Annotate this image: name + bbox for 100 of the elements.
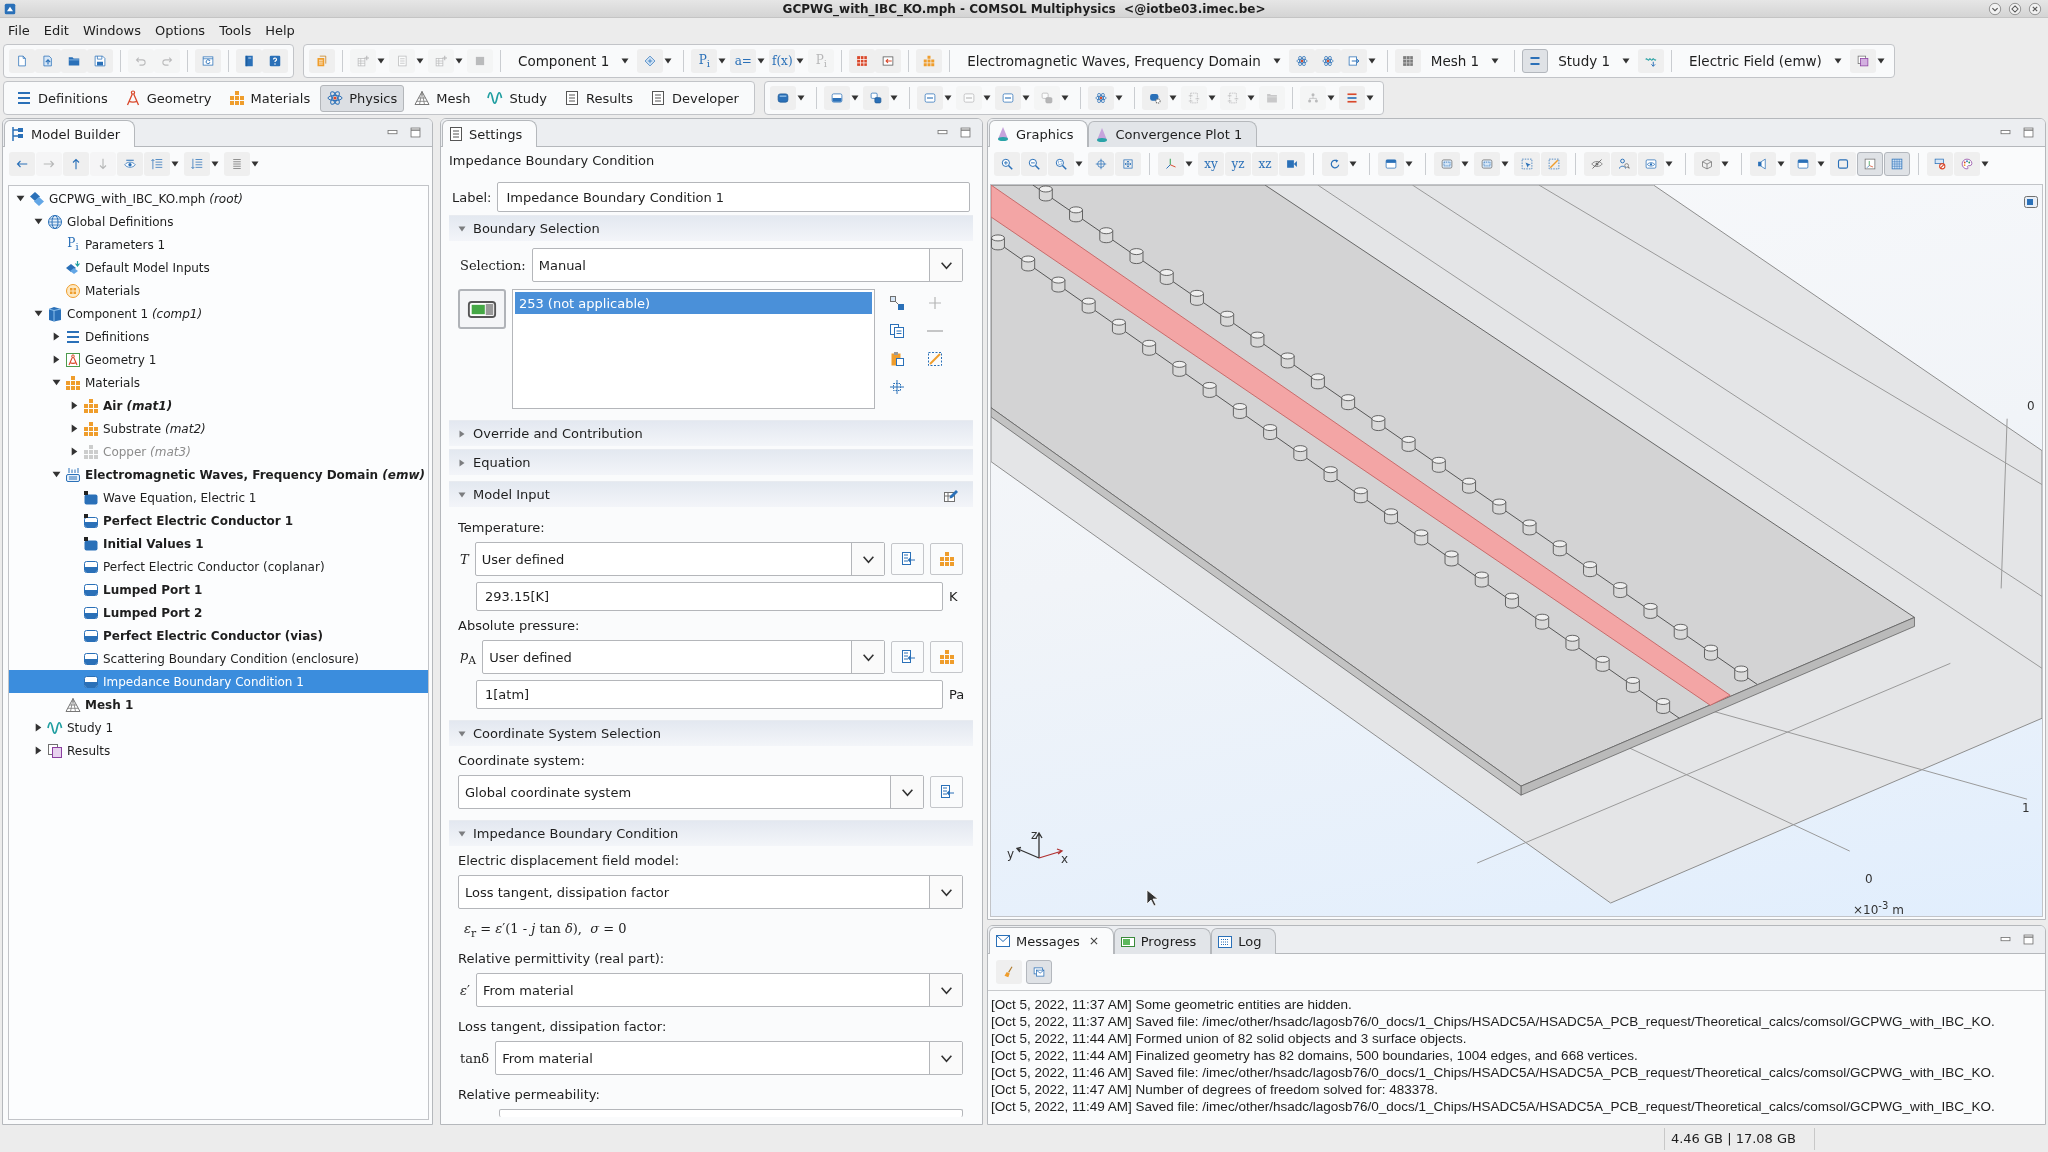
toolbar-button[interactable]	[63, 152, 89, 176]
toolbar-button[interactable]	[1338, 86, 1365, 110]
caret-icon[interactable]	[796, 94, 805, 102]
toolbar-button[interactable]	[1790, 152, 1816, 176]
section-header[interactable]: Boundary Selection	[449, 215, 973, 241]
toolbar-button[interactable]	[1830, 152, 1856, 176]
framed-square-icon[interactable]	[2023, 194, 2039, 210]
toolbar-button[interactable]	[1394, 49, 1421, 73]
triangle-right-icon[interactable]	[51, 332, 61, 341]
side-button[interactable]	[930, 641, 963, 673]
caret-icon[interactable]	[251, 160, 259, 168]
triangle-right-icon[interactable]	[69, 424, 79, 433]
caret-icon[interactable]	[757, 57, 766, 65]
side-button[interactable]	[891, 641, 924, 673]
tree-item[interactable]: Default Model Inputs	[9, 256, 428, 279]
toolbar-button[interactable]	[9, 49, 35, 73]
ribbon-tab[interactable]: Study	[480, 84, 554, 112]
toolbar-button[interactable]	[1611, 152, 1637, 176]
toolbar-button[interactable]	[1322, 152, 1348, 176]
section-header[interactable]: Equation	[449, 449, 973, 475]
toolbar-dropdown[interactable]: Component 1	[508, 49, 638, 73]
caret-icon[interactable]	[1367, 57, 1376, 65]
dropdown[interactable]: User defined	[474, 542, 885, 576]
label-input[interactable]: Impedance Boundary Condition 1	[497, 182, 970, 212]
toolbar-button[interactable]: yz	[1225, 152, 1251, 176]
toolbar-button[interactable]: a=	[730, 49, 757, 73]
tree-item[interactable]: Global Definitions	[9, 210, 428, 233]
toolbar-button[interactable]	[1141, 86, 1168, 110]
ribbon-tab[interactable]: Definitions	[9, 84, 115, 112]
tree-item[interactable]: Initial Values 1	[9, 532, 428, 555]
toolbar-button[interactable]: xz	[1252, 152, 1278, 176]
tree-item[interactable]: Results	[9, 739, 428, 762]
text-input[interactable]: 1[atm]	[476, 680, 943, 709]
toolbar-button[interactable]	[849, 49, 876, 73]
caret-icon[interactable]	[1021, 94, 1030, 102]
triangle-down-icon[interactable]	[33, 309, 43, 318]
minimize-icon[interactable]	[1988, 1, 2002, 16]
triangle-right-icon[interactable]	[69, 401, 79, 410]
toolbar-button[interactable]: P$_{i}$	[691, 49, 718, 73]
tree-item[interactable]: Electromagnetic Waves, Frequency Domain (emw)	[9, 463, 428, 486]
dropdown[interactable]: User defined	[482, 640, 885, 674]
toolbar-button[interactable]	[87, 49, 113, 73]
caret-icon[interactable]	[1349, 160, 1357, 168]
caret-icon[interactable]	[1114, 94, 1123, 102]
toolbar-button[interactable]	[262, 49, 288, 73]
selection-tool-button[interactable]	[887, 377, 907, 397]
panel-tab[interactable]: Model Builder	[4, 120, 136, 147]
toolbar-dropdown[interactable]: Electromagnetic Waves, Frequency Domain	[957, 49, 1289, 73]
toolbar-button[interactable]	[1884, 152, 1910, 176]
toolbar-button[interactable]	[1849, 49, 1876, 73]
section-header[interactable]: Model Input	[449, 481, 973, 507]
tree-item[interactable]: Perfect Electric Conductor (vias)	[9, 624, 428, 647]
caret-icon[interactable]	[1168, 94, 1177, 102]
caret-icon[interactable]	[211, 160, 219, 168]
toolbar-button[interactable]	[1026, 960, 1052, 984]
caret-icon[interactable]	[171, 160, 179, 168]
tree-item[interactable]: Definitions	[9, 325, 428, 348]
caret-icon[interactable]	[1876, 57, 1885, 65]
toolbar-button[interactable]	[117, 152, 143, 176]
tree-item[interactable]: Wave Equation, Electric 1	[9, 486, 428, 509]
toolbar-dropdown[interactable]: Study 1	[1548, 49, 1639, 73]
triangle-down-icon[interactable]	[51, 378, 61, 387]
toolbar-dropdown[interactable]: Electric Field (emw)	[1679, 49, 1850, 73]
dropdown[interactable]: Manual	[531, 248, 963, 282]
triangle-right-icon[interactable]	[33, 746, 43, 755]
caret-icon[interactable]	[1665, 160, 1673, 168]
ribbon-tab[interactable]: Materials	[221, 84, 318, 112]
caret-icon[interactable]	[1501, 160, 1509, 168]
caret-icon[interactable]	[1365, 94, 1374, 102]
toolbar-button[interactable]	[195, 49, 221, 73]
caret-icon[interactable]	[1721, 160, 1729, 168]
toolbar-button[interactable]	[1927, 152, 1953, 176]
section-header[interactable]: Override and Contribution	[449, 420, 973, 446]
toolbar-dropdown[interactable]: Mesh 1	[1420, 49, 1508, 73]
caret-icon[interactable]	[943, 94, 952, 102]
text-input[interactable]: 293.15[K]	[476, 582, 943, 611]
triangle-down-icon[interactable]	[15, 194, 25, 203]
tree-item[interactable]: Mesh 1	[9, 693, 428, 716]
dropdown[interactable]: Loss tangent, dissipation factor	[458, 875, 963, 909]
dropdown[interactable]: From material	[475, 973, 963, 1007]
panel-tab[interactable]: Progress	[1113, 928, 1212, 954]
toolbar-button[interactable]	[994, 152, 1020, 176]
caret-icon[interactable]	[850, 94, 859, 102]
menu-item[interactable]: Help	[259, 20, 301, 40]
close-icon[interactable]	[2028, 1, 2042, 16]
panel-tab[interactable]: Log	[1211, 928, 1277, 954]
tree-item[interactable]: Perfect Electric Conductor 1	[9, 509, 428, 532]
caret-icon[interactable]	[889, 94, 898, 102]
toolbar-button[interactable]	[9, 152, 35, 176]
ribbon-tab[interactable]: Physics	[320, 84, 405, 112]
panel-tab[interactable]: Graphics	[989, 120, 1089, 147]
toolbar-button[interactable]	[1522, 49, 1549, 73]
caret-icon[interactable]	[1817, 160, 1825, 168]
toolbar-button[interactable]	[1279, 152, 1305, 176]
maximize-icon[interactable]	[2022, 933, 2035, 946]
ribbon-tab[interactable]: Mesh	[407, 84, 478, 112]
selection-tool-button[interactable]	[925, 349, 945, 369]
ribbon-tab[interactable]: Developer	[642, 84, 746, 112]
tree-item[interactable]: GCPWG_with_IBC_KO.mph (root)	[9, 187, 428, 210]
tree-item[interactable]: Perfect Electric Conductor (coplanar)	[9, 555, 428, 578]
